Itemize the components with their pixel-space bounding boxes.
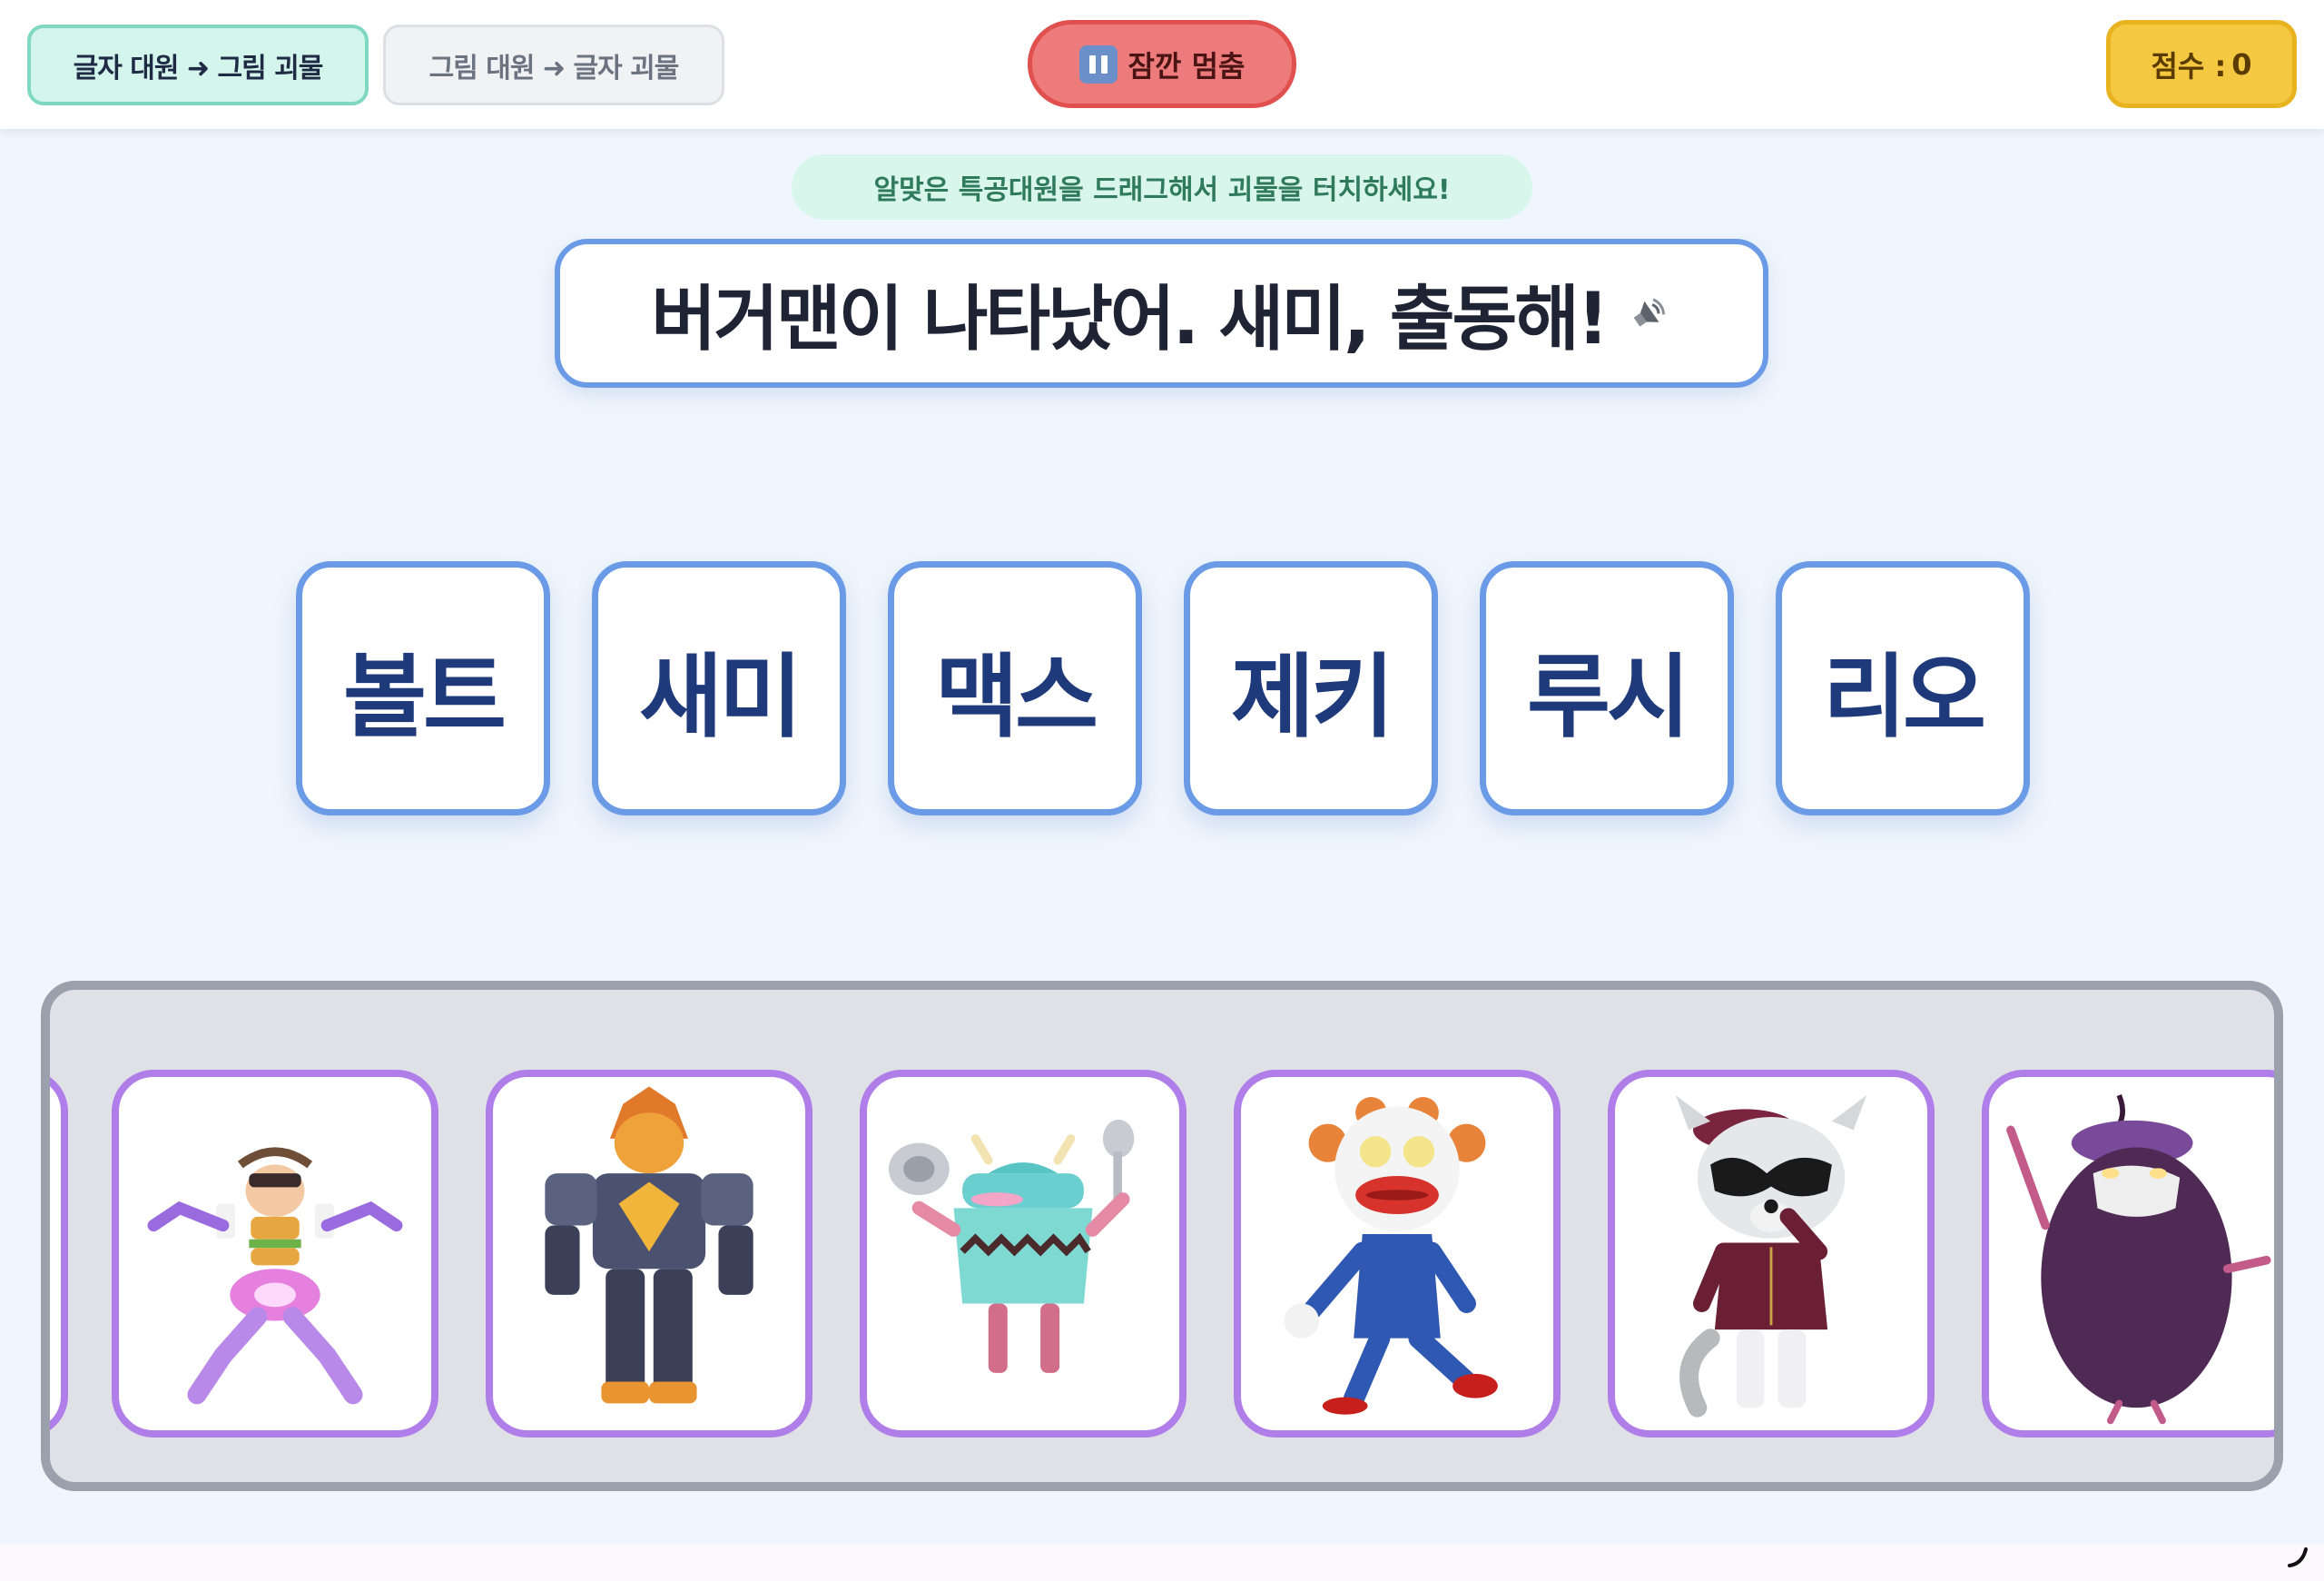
word-card-label: 리오	[1823, 643, 1986, 750]
monster-card-clown[interactable]	[1234, 1070, 1561, 1438]
raccoon-officer-monster-icon	[1675, 1095, 1867, 1418]
score-display: 점수 : 0	[2106, 20, 2297, 108]
word-card-jekey[interactable]: 제키	[1184, 561, 1438, 815]
resize-handle-icon[interactable]	[2286, 1544, 2311, 1571]
word-card-label: 제키	[1231, 643, 1394, 750]
pause-icon	[1078, 44, 1118, 84]
monster-tray[interactable]	[41, 981, 2283, 1491]
eggplant-monster-icon	[2006, 1094, 2271, 1425]
word-card-max[interactable]: 맥스	[888, 561, 1142, 815]
prompt-box[interactable]: 버거맨이 나타났어. 새미, 출동해!	[555, 239, 1768, 388]
clown-monster-icon	[1284, 1097, 1498, 1415]
mode-image-to-text-button[interactable]: 그림 대원 ➜ 글자 괴물	[383, 25, 724, 105]
pause-button[interactable]: 잠깐 멈춤	[1028, 20, 1296, 108]
pot-monster-icon	[888, 1119, 1135, 1373]
speaker-icon[interactable]	[1627, 291, 1672, 336]
monster-card-raccoon-officer[interactable]	[1608, 1070, 1935, 1438]
word-card-label: 새미	[639, 643, 803, 750]
top-bar: 글자 대원 ➜ 그림 괴물 그림 대원 ➜ 글자 괴물 잠깐 멈춤 점수 : 0	[0, 0, 2324, 129]
mode-text-to-image-button[interactable]: 글자 대원 ➜ 그림 괴물	[27, 25, 369, 105]
bottom-strip	[0, 1544, 2324, 1581]
monster-card-eggplant[interactable]	[1982, 1070, 2274, 1438]
mode-text-to-image-label: 글자 대원 ➜ 그림 괴물	[73, 52, 324, 84]
score-value: 0	[2231, 46, 2252, 82]
mode-image-to-text-label: 그림 대원 ➜ 글자 괴물	[428, 52, 680, 84]
instruction-hint-text: 알맞은 특공대원을 드래그해서 괴물을 터치하세요!	[873, 174, 1451, 206]
pause-label: 잠깐 멈춤	[1128, 48, 1246, 84]
word-card-label: 볼트	[343, 643, 507, 750]
word-card-bolt[interactable]: 볼트	[296, 561, 550, 815]
monster-card-armored-robot[interactable]	[486, 1070, 812, 1438]
armored-lion-robot-monster-icon	[545, 1086, 753, 1404]
monster-card-burger-man[interactable]	[112, 1070, 438, 1438]
monster-card-pot-monster[interactable]	[860, 1070, 1187, 1438]
word-card-rio[interactable]: 리오	[1776, 561, 2030, 815]
word-card-label: 루시	[1527, 643, 1690, 750]
prompt-text: 버거맨이 나타났어. 새미, 출동해!	[651, 279, 1609, 361]
word-card-lucy[interactable]: 루시	[1480, 561, 1734, 815]
monster-card-partial[interactable]	[50, 1070, 68, 1438]
instruction-hint: 알맞은 특공대원을 드래그해서 괴물을 터치하세요!	[792, 154, 1532, 220]
word-card-sammy[interactable]: 새미	[592, 561, 846, 815]
score-label: 점수 :	[2151, 48, 2227, 84]
burger-man-monster-icon	[147, 1147, 403, 1405]
word-card-label: 맥스	[935, 643, 1098, 750]
